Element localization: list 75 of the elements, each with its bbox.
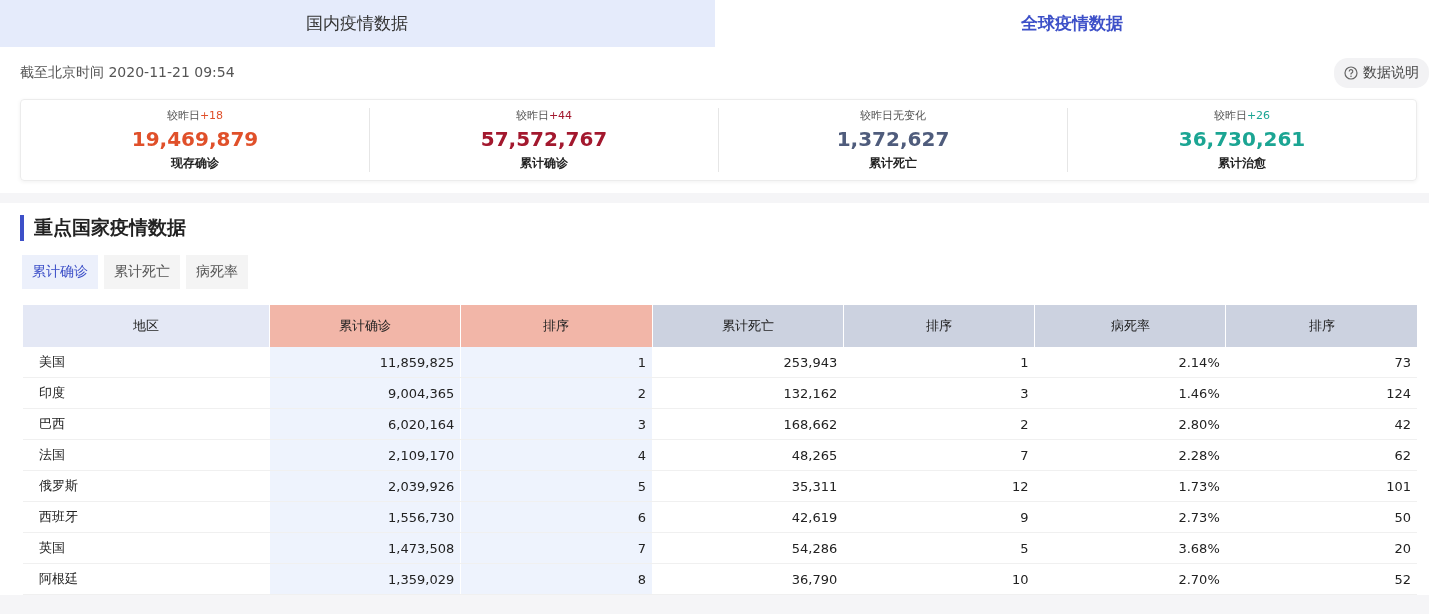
- table-cell: 7: [843, 439, 1035, 471]
- question-icon: [1344, 66, 1358, 80]
- filter-tab[interactable]: 累计死亡: [104, 255, 180, 289]
- table-cell: 35,311: [652, 470, 844, 502]
- change-text: 较昨日+26: [1213, 108, 1271, 123]
- table-cell: 124: [1225, 377, 1417, 409]
- table-cell: 3.68%: [1034, 532, 1226, 564]
- table-cell: 4: [460, 439, 652, 471]
- table-cell: 7: [460, 532, 652, 564]
- table-cell: 168,662: [652, 408, 844, 440]
- table-cell: 11,859,825: [269, 347, 461, 378]
- stat-value: 19,469,879: [131, 127, 259, 151]
- table-cell: 5: [843, 532, 1035, 564]
- section-title: 重点国家疫情数据: [20, 215, 1417, 241]
- stat-label: 累计治愈: [1218, 155, 1266, 172]
- table-cell: 6: [460, 501, 652, 533]
- table-cell: 2: [843, 408, 1035, 440]
- table-cell: 62: [1225, 439, 1417, 471]
- table-cell: 2.70%: [1034, 563, 1226, 595]
- table-cell: 50: [1225, 501, 1417, 533]
- table-cell: 48,265: [652, 439, 844, 471]
- table-cell: 132,162: [652, 377, 844, 409]
- column-header[interactable]: 累计确诊: [269, 305, 461, 347]
- stat-value: 57,572,767: [480, 127, 608, 151]
- help-button[interactable]: 数据说明: [1334, 58, 1429, 88]
- table-cell: 253,943: [652, 347, 844, 378]
- table-cell: 1,359,029: [269, 563, 461, 595]
- stat-value: 36,730,261: [1178, 127, 1306, 151]
- table-cell: 2: [460, 377, 652, 409]
- column-header[interactable]: 累计死亡: [652, 305, 844, 347]
- table-cell: 9,004,365: [269, 377, 461, 409]
- change-text: 较昨日+18: [166, 108, 224, 123]
- table-cell: 36,790: [652, 563, 844, 595]
- table-cell: 6,020,164: [269, 408, 461, 440]
- stat-label: 现存确诊: [171, 155, 219, 172]
- stat-value: 1,372,627: [836, 127, 950, 151]
- table-cell: 101: [1225, 470, 1417, 502]
- table-cell: 1.46%: [1034, 377, 1226, 409]
- table-cell: 52: [1225, 563, 1417, 595]
- table-cell: 2.80%: [1034, 408, 1226, 440]
- table-cell: 2.73%: [1034, 501, 1226, 533]
- table-cell: 9: [843, 501, 1035, 533]
- change-text: 较昨日无变化: [860, 108, 926, 123]
- table-cell: 1: [460, 347, 652, 378]
- table-cell: 54,286: [652, 532, 844, 564]
- table-cell: 2.14%: [1034, 347, 1226, 378]
- table-cell: 12: [843, 470, 1035, 502]
- table-cell: 42,619: [652, 501, 844, 533]
- table-cell: 10: [843, 563, 1035, 595]
- table-cell: 8: [460, 563, 652, 595]
- table-cell: 20: [1225, 532, 1417, 564]
- stat-label: 累计确诊: [520, 155, 568, 172]
- table-cell: 1.73%: [1034, 470, 1226, 502]
- table-cell: 3: [460, 408, 652, 440]
- tab[interactable]: 国内疫情数据: [0, 0, 715, 47]
- column-header[interactable]: 病死率: [1034, 305, 1226, 347]
- table-cell: 2,109,170: [269, 439, 461, 471]
- filter-tab[interactable]: 累计确诊: [22, 255, 98, 289]
- table-cell: 73: [1225, 347, 1417, 378]
- column-header[interactable]: 排序: [460, 305, 652, 347]
- column-header[interactable]: 排序: [843, 305, 1035, 347]
- change-text: 较昨日+44: [515, 108, 573, 123]
- column-header[interactable]: 地区: [22, 305, 270, 347]
- table-cell: 42: [1225, 408, 1417, 440]
- table-cell: 2,039,926: [269, 470, 461, 502]
- filter-tab[interactable]: 病死率: [186, 255, 248, 289]
- table-cell: 1: [843, 347, 1035, 378]
- update-time: 截至北京时间 2020-11-21 09:54: [20, 64, 235, 82]
- table-cell: 3: [843, 377, 1035, 409]
- table-cell: 5: [460, 470, 652, 502]
- column-header[interactable]: 排序: [1225, 305, 1417, 347]
- table-cell: 1,556,730: [269, 501, 461, 533]
- stat-label: 累计死亡: [869, 155, 917, 172]
- table-cell: 1,473,508: [269, 532, 461, 564]
- table-cell: 2.28%: [1034, 439, 1226, 471]
